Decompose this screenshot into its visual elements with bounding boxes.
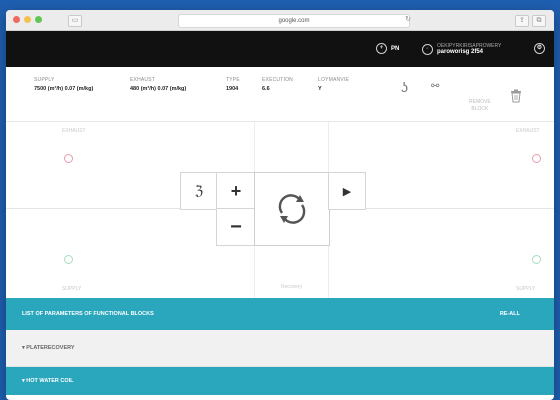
corner-label-exhaust-left: EXHAUST <box>62 128 86 134</box>
minimize-window-icon[interactable] <box>24 16 31 23</box>
location-column: LOYMANVIE Y <box>318 77 349 92</box>
language-label: PN <box>391 45 400 52</box>
recovery-label: Recovery <box>281 284 303 290</box>
settings-menu[interactable]: ⚙ <box>534 43 545 54</box>
corner-label-supply-left: SUPPLY <box>62 286 82 292</box>
exhaust-port-icon[interactable] <box>64 154 73 163</box>
maximize-window-icon[interactable] <box>35 16 42 23</box>
plus-icon: + <box>230 180 242 201</box>
exhaust-value: 480 (m³/h) 0.07 (m/kg) <box>130 86 187 92</box>
exhaust-label: EXHAUST <box>130 77 156 83</box>
parameters-strip: SUPPLY 7500 (m³/h) 0.07 (m/kg) EXHAUST 4… <box>6 67 554 122</box>
execution-label: EXECUTION <box>262 77 293 83</box>
reload-icon[interactable]: ↻ <box>402 15 414 25</box>
recovery-cycle-icon <box>278 194 306 224</box>
recovery-block-button[interactable] <box>254 172 330 246</box>
location-label: LOYMANVIE <box>318 77 349 83</box>
supply-column: SUPPLY 7500 (m³/h) 0.07 (m/kg) <box>34 77 93 92</box>
share-icon[interactable]: ⇪ <box>515 15 529 27</box>
tabs-icon[interactable]: ⧉ <box>532 15 546 27</box>
supply-port-icon[interactable] <box>64 255 73 264</box>
heater-block-button[interactable]: ℨ <box>180 172 218 210</box>
play-block-button[interactable]: ▶ <box>328 172 366 210</box>
supply-value: 7500 (m³/h) 0.07 (m/kg) <box>34 86 94 92</box>
user-menu[interactable]: ◦ OEKIPYRKIRISAPROWERY paroworisg 2f54 <box>422 43 501 55</box>
user-info: OEKIPYRKIRISAPROWERY paroworisg 2f54 <box>437 43 501 55</box>
sidebar-toggle-icon[interactable]: ▭ <box>68 15 82 27</box>
location-value: Y <box>318 86 322 92</box>
section-plate-recovery[interactable]: ▾ PLATERECOVERY <box>6 330 554 367</box>
reset-all-button[interactable]: RE-ALL <box>500 311 520 317</box>
hook-icon[interactable]: ʖ <box>401 79 408 95</box>
type-label: TYPE <box>226 77 240 83</box>
user-name: paroworisg 2f54 <box>437 49 484 55</box>
parameters-list-bar[interactable]: LIST OF PARAMETERS OF FUNCTIONAL BLOCKS … <box>6 298 554 330</box>
execution-column: EXECUTION 6.6 <box>262 77 293 92</box>
language-selector[interactable]: + PN <box>376 43 399 54</box>
globe-icon: + <box>376 43 387 54</box>
section-hot-water-coil[interactable]: ▾ HOT WATER COIL <box>6 367 554 395</box>
play-icon: ▶ <box>342 185 352 198</box>
browser-chrome: ▭ google.com ↻ ⇪ ⧉ <box>6 10 554 31</box>
corner-label-exhaust-right: EXHAUST <box>516 128 540 134</box>
window-controls <box>13 16 42 23</box>
settings-icon: ⚙ <box>534 43 545 54</box>
type-value: 1904 <box>226 86 239 92</box>
coil-icon: ℨ <box>194 183 203 198</box>
parameters-list-title: LIST OF PARAMETERS OF FUNCTIONAL BLOCKS <box>22 311 154 317</box>
add-block-button[interactable]: + <box>216 172 256 210</box>
execution-value: 6.6 <box>262 86 270 92</box>
chain-link-icon[interactable]: ⚯ <box>431 81 439 92</box>
user-icon: ◦ <box>422 43 433 55</box>
exhaust-column: EXHAUST 480 (m³/h) 0.07 (m/kg) <box>130 77 186 92</box>
corner-label-supply-right: SUPPLY <box>516 286 536 292</box>
diagram-workspace[interactable]: EXHAUST EXHAUST SUPPLY SUPPLY ℨ + − ▶ Re… <box>6 122 554 298</box>
section-plate-title: ▾ PLATERECOVERY <box>22 345 75 351</box>
browser-window: ▭ google.com ↻ ⇪ ⧉ + PN ◦ OEKIPYRKIRISAP… <box>6 10 554 400</box>
supply-label: SUPPLY <box>34 77 55 83</box>
trash-icon[interactable] <box>510 89 522 103</box>
url-bar[interactable]: google.com <box>178 14 410 28</box>
supply-port-icon[interactable] <box>532 255 541 264</box>
remove-block-button[interactable]: − <box>216 208 256 246</box>
section-coil-title: ▾ HOT WATER COIL <box>22 378 74 384</box>
remove-block-label[interactable]: REMOVE BLOCK <box>469 99 491 113</box>
app-header: + PN ◦ OEKIPYRKIRISAPROWERY paroworisg 2… <box>6 31 554 67</box>
type-column: TYPE 1904 <box>226 77 240 92</box>
minus-icon: − <box>230 215 242 238</box>
exhaust-port-icon[interactable] <box>532 154 541 163</box>
close-window-icon[interactable] <box>13 16 20 23</box>
